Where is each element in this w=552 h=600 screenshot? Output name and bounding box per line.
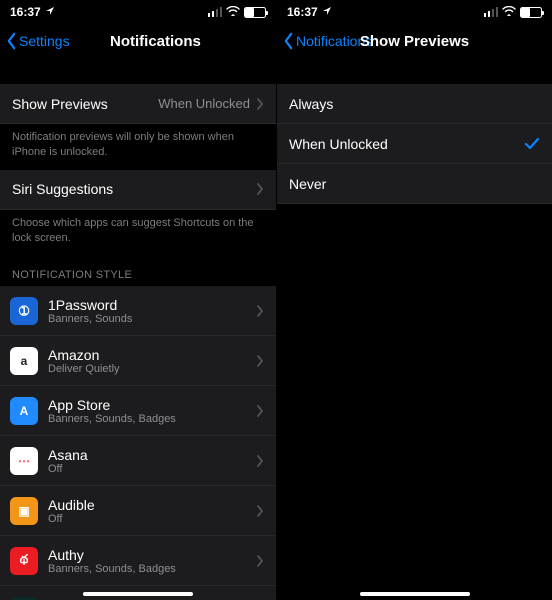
app-icon: ▣	[10, 497, 38, 525]
app-icon: ⋯	[10, 447, 38, 475]
app-row[interactable]: A App StoreBanners, Sounds, Badges	[0, 386, 276, 436]
app-icon: ➀	[10, 297, 38, 325]
back-button[interactable]: Notifications	[283, 32, 372, 50]
nav-bar: Settings Notifications	[0, 24, 276, 58]
app-subtitle: Off	[48, 513, 95, 526]
notification-style-header: NOTIFICATION STYLE	[0, 255, 276, 286]
home-indicator[interactable]	[360, 592, 470, 596]
app-name: Authy	[48, 547, 176, 563]
siri-suggestions-label: Siri Suggestions	[12, 181, 113, 197]
app-subtitle: Off	[48, 463, 88, 476]
wifi-icon	[226, 5, 240, 19]
chevron-right-icon	[256, 183, 264, 195]
screen-notifications: 16:37 Settings Notifications Show Previe…	[0, 0, 276, 600]
status-bar: 16:37	[277, 0, 552, 24]
show-previews-label: Show Previews	[12, 96, 108, 112]
battery-icon	[520, 7, 542, 18]
chevron-right-icon	[256, 455, 264, 467]
app-name: Amazon	[48, 347, 120, 363]
chevron-right-icon	[256, 98, 264, 110]
status-time: 16:37	[287, 5, 318, 19]
app-row[interactable]: థ AuthyBanners, Sounds, Badges	[0, 536, 276, 586]
option-label: Always	[289, 96, 333, 112]
app-icon: a	[10, 347, 38, 375]
option-label: Never	[289, 176, 326, 192]
app-subtitle: Banners, Sounds, Badges	[48, 563, 176, 576]
app-subtitle: Banners, Sounds	[48, 313, 132, 326]
app-subtitle: Deliver Quietly	[48, 363, 120, 376]
chevron-right-icon	[256, 555, 264, 567]
nav-bar: Notifications Show Previews	[277, 24, 552, 58]
cellular-icon	[484, 7, 499, 17]
app-icon: థ	[10, 547, 38, 575]
show-previews-row[interactable]: Show Previews When Unlocked	[0, 84, 276, 124]
app-row[interactable]: ➀ 1PasswordBanners, Sounds	[0, 286, 276, 336]
battery-icon	[244, 7, 266, 18]
chevron-right-icon	[256, 355, 264, 367]
show-previews-value: When Unlocked	[158, 96, 250, 111]
checkmark-icon	[524, 137, 540, 151]
app-list: ➀ 1PasswordBanners, Sounds a AmazonDeliver …	[0, 286, 276, 600]
back-button[interactable]: Settings	[6, 32, 70, 50]
app-row[interactable]: ▣ AudibleOff	[0, 486, 276, 536]
app-icon: A	[10, 397, 38, 425]
chevron-right-icon	[256, 305, 264, 317]
wifi-icon	[502, 5, 516, 19]
app-name: Audible	[48, 497, 95, 513]
option-label: When Unlocked	[289, 136, 388, 152]
home-indicator[interactable]	[83, 592, 193, 596]
screen-show-previews: 16:37 Notifications Show Previews Always…	[276, 0, 552, 600]
app-subtitle: Banners, Sounds, Badges	[48, 413, 176, 426]
status-bar: 16:37	[0, 0, 276, 24]
siri-suggestions-row[interactable]: Siri Suggestions	[0, 170, 276, 210]
preview-option[interactable]: Always	[277, 84, 552, 124]
preview-options-list: Always When Unlocked Never	[277, 84, 552, 204]
location-icon	[45, 5, 55, 19]
app-name: 1Password	[48, 297, 132, 313]
preview-option[interactable]: Never	[277, 164, 552, 204]
cellular-icon	[208, 7, 223, 17]
status-time: 16:37	[10, 5, 41, 19]
preview-option[interactable]: When Unlocked	[277, 124, 552, 164]
show-previews-footer: Notification previews will only be shown…	[0, 124, 276, 170]
app-name: Bandsintown	[48, 597, 128, 600]
back-label: Notifications	[296, 33, 372, 49]
back-label: Settings	[19, 33, 70, 49]
app-name: Asana	[48, 447, 88, 463]
chevron-right-icon	[256, 505, 264, 517]
chevron-right-icon	[256, 405, 264, 417]
app-row[interactable]: a AmazonDeliver Quietly	[0, 336, 276, 386]
siri-suggestions-footer: Choose which apps can suggest Shortcuts …	[0, 210, 276, 256]
location-icon	[322, 5, 332, 19]
app-name: App Store	[48, 397, 176, 413]
app-row[interactable]: ⋯ AsanaOff	[0, 436, 276, 486]
